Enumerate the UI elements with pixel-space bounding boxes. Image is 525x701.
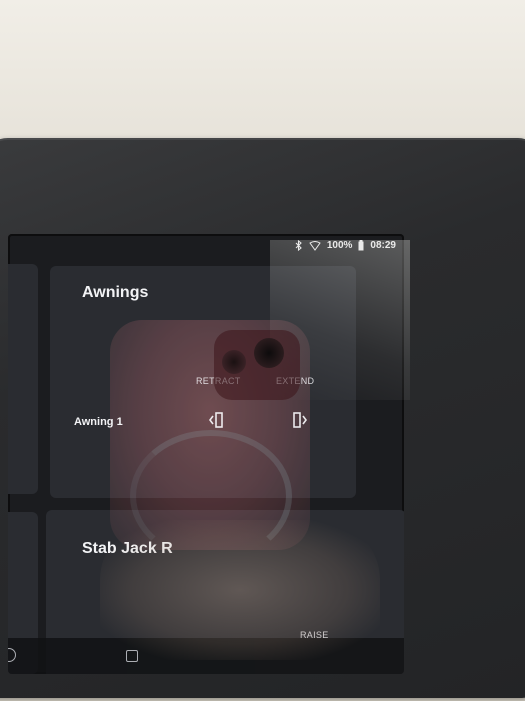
awning-extend-icon [290, 410, 310, 434]
system-nav-bar [8, 638, 404, 674]
home-icon[interactable] [126, 650, 138, 662]
status-bar-right: 100% 08:29 [295, 240, 396, 251]
wifi-icon [309, 240, 321, 251]
awning-retract-icon [208, 410, 228, 434]
status-bar: 100% 08:29 [8, 234, 404, 256]
clock: 08:29 [370, 240, 396, 251]
photo-scene: 100% 08:29 Awnings RETRACT EXTEND Awning… [0, 0, 525, 701]
stab-jack-title: Stab Jack R [82, 540, 173, 557]
awning-1-label: Awning 1 [74, 416, 123, 428]
bluetooth-icon [295, 240, 303, 251]
awnings-title: Awnings [82, 284, 149, 301]
awning-1-extend-button[interactable] [288, 410, 312, 434]
wall-background [0, 0, 525, 140]
touch-screen: 100% 08:29 [8, 234, 404, 674]
extend-column-label: EXTEND [276, 376, 315, 386]
retract-column-label: RETRACT [196, 376, 241, 386]
battery-icon [358, 240, 364, 251]
left-card-partial-top[interactable] [8, 264, 38, 494]
raise-column-label: RAISE [300, 630, 329, 640]
battery-percent: 100% [326, 240, 353, 251]
back-icon[interactable] [8, 648, 16, 662]
awning-1-retract-button[interactable] [206, 410, 230, 434]
